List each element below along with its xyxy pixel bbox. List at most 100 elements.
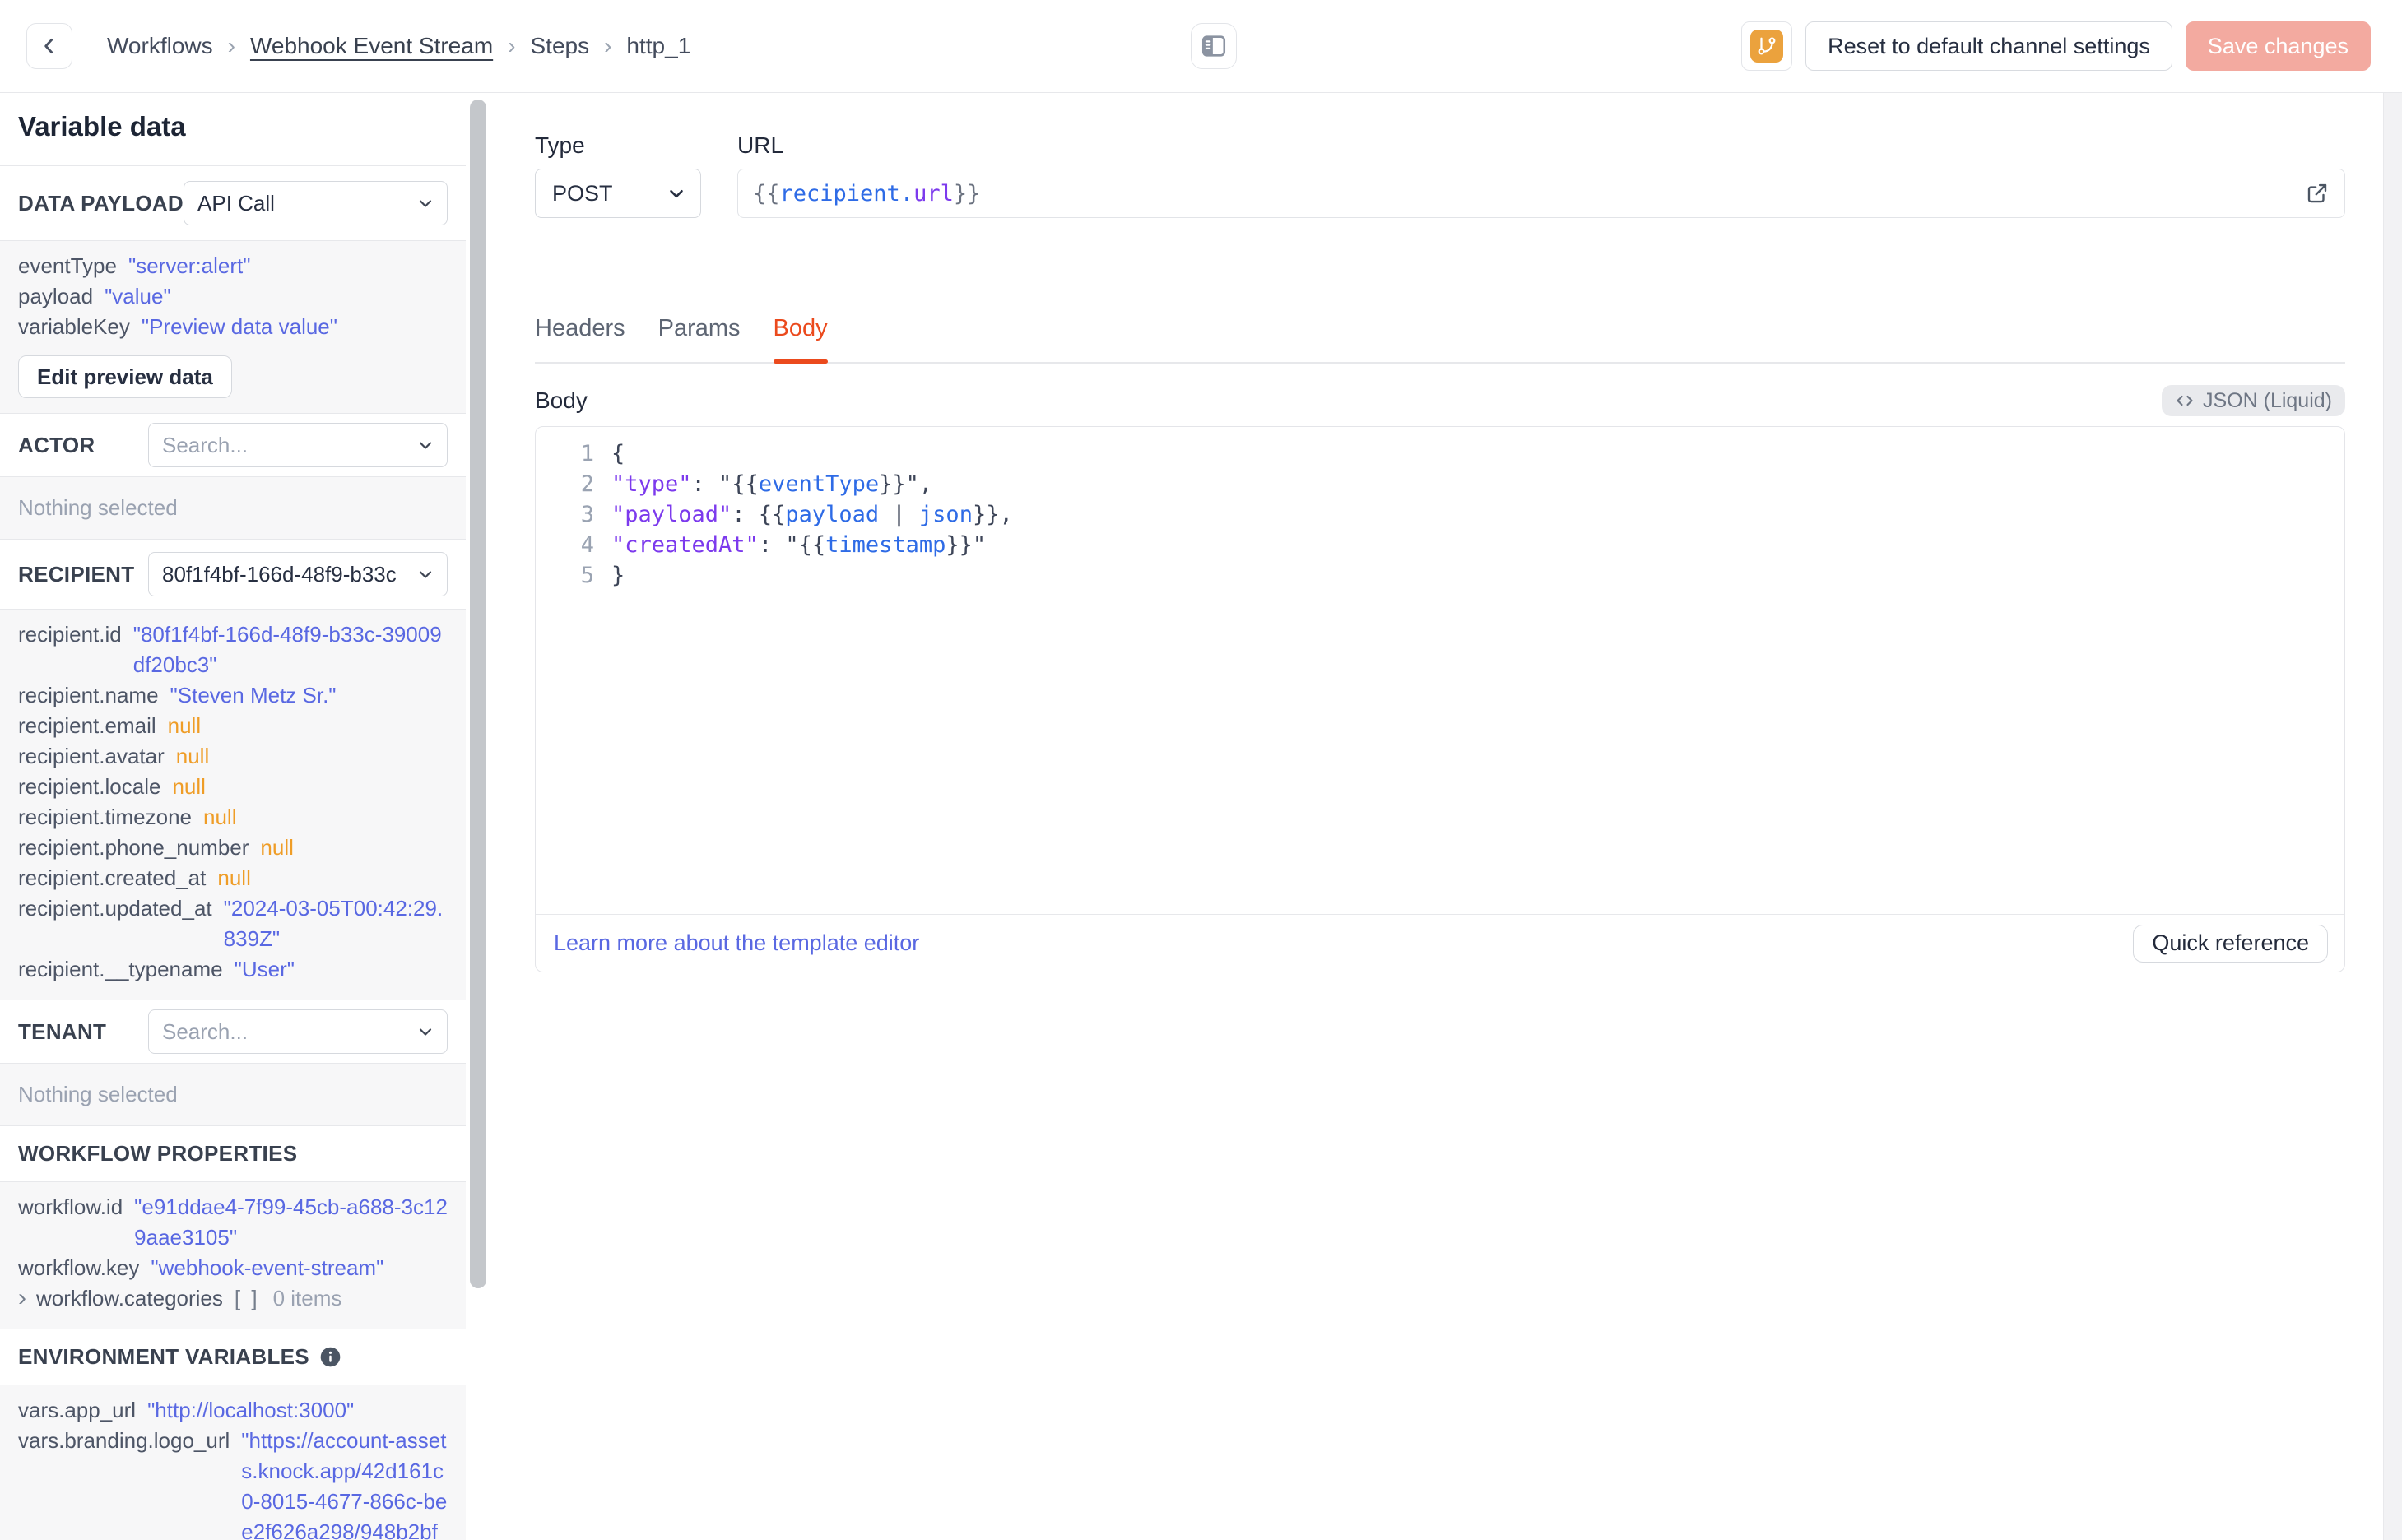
editor-footer: Learn more about the template editor Qui… bbox=[536, 914, 2344, 972]
tab-params[interactable]: Params bbox=[658, 315, 741, 362]
workflow-fields: workflow.id "e91ddae4-7f99-45cb-a688-3c12… bbox=[18, 1192, 448, 1314]
url-label: URL bbox=[737, 132, 784, 158]
request-tabs: Headers Params Body bbox=[535, 315, 2345, 364]
code-line: 2 "type": "{{eventType}}", bbox=[536, 469, 2344, 499]
environment-variables-header: ENVIRONMENT VARIABLES bbox=[0, 1329, 466, 1385]
template-editor-docs-link[interactable]: Learn more about the template editor bbox=[554, 930, 919, 956]
sidebar-panel-icon bbox=[1201, 35, 1226, 57]
url-input[interactable]: {{recipient.url}} bbox=[737, 169, 2345, 218]
body-section-header: Body JSON (Liquid) bbox=[535, 385, 2345, 416]
top-bar: Workflows › Webhook Event Stream › Steps › htt… bbox=[0, 0, 2402, 93]
kv-key: recipient.phone_number bbox=[18, 835, 249, 860]
data-payload-label: DATA PAYLOAD bbox=[18, 190, 184, 216]
kv-value: "webhook-event-stream" bbox=[151, 1255, 384, 1280]
kv-key: recipient.name bbox=[18, 683, 159, 707]
env-fields: vars.app_url "http://localhost:3000" vars.… bbox=[18, 1395, 448, 1540]
kv-value: null bbox=[260, 835, 294, 860]
kv-value: "Steven Metz Sr." bbox=[170, 683, 337, 707]
data-payload-row: DATA PAYLOAD API Call bbox=[0, 166, 466, 241]
chevron-down-icon bbox=[670, 189, 683, 198]
kv-value: "server:alert" bbox=[128, 253, 251, 278]
kv-key: recipient.avatar bbox=[18, 744, 165, 768]
kv-value: "https://account-assets.knock.app/42d161… bbox=[241, 1428, 448, 1540]
kv-key: payload bbox=[18, 284, 94, 308]
kv-row: payload "value" bbox=[18, 281, 448, 312]
git-branch-icon bbox=[1750, 30, 1784, 63]
tab-body[interactable]: Body bbox=[773, 315, 828, 364]
payload-fields-block: eventType "server:alert" payload "value" var… bbox=[0, 241, 466, 414]
sidebar-title: Variable data bbox=[18, 111, 186, 141]
kv-key: recipient.id bbox=[18, 622, 122, 647]
actor-empty-state: Nothing selected bbox=[0, 477, 466, 540]
breadcrumb-item[interactable]: Webhook Event Stream bbox=[250, 33, 493, 59]
recipient-label: RECIPIENT bbox=[18, 561, 135, 587]
workflow-properties-header: WORKFLOW PROPERTIES bbox=[0, 1126, 466, 1182]
kv-key: recipient.updated_at bbox=[18, 896, 212, 921]
breadcrumb-separator: › bbox=[227, 33, 235, 58]
payload-fields: eventType "server:alert" payload "value" var… bbox=[18, 251, 448, 342]
chevron-down-icon bbox=[419, 571, 432, 578]
line-number: 2 bbox=[580, 471, 594, 497]
recipient-select[interactable]: 80f1f4bf-166d-48f9-b33c bbox=[148, 552, 448, 596]
kv-key: recipient.created_at bbox=[18, 865, 207, 890]
code-icon bbox=[2177, 395, 2193, 406]
actor-row: ACTOR Search... bbox=[0, 414, 466, 477]
kv-suffix: 0 items bbox=[272, 1286, 342, 1310]
kv-value: "e91ddae4-7f99-45cb-a688-3c129aae3105" bbox=[134, 1194, 448, 1250]
version-history-button[interactable] bbox=[1741, 21, 1793, 71]
tab-headers[interactable]: Headers bbox=[535, 315, 625, 362]
kv-key: eventType bbox=[18, 253, 117, 278]
kv-key: vars.app_url bbox=[18, 1398, 137, 1422]
kv-value: null bbox=[175, 744, 210, 768]
kv-value: "User" bbox=[234, 957, 295, 981]
back-button[interactable] bbox=[26, 23, 72, 69]
method-value: POST bbox=[552, 180, 613, 206]
kv-row: recipient.name "Steven Metz Sr." bbox=[18, 680, 448, 711]
external-link-icon[interactable] bbox=[2305, 181, 2330, 206]
kv-value: null bbox=[203, 805, 237, 829]
breadcrumb: Workflows › Webhook Event Stream › Steps › htt… bbox=[107, 33, 690, 59]
sidebar-scrollbar[interactable] bbox=[470, 100, 486, 1288]
language-badge: JSON (Liquid) bbox=[2162, 385, 2345, 416]
topbar-actions: Reset to default channel settings Save c… bbox=[1741, 21, 2371, 71]
breadcrumb-item: Steps bbox=[530, 33, 590, 58]
actor-placeholder: Search... bbox=[162, 432, 249, 457]
save-changes-button[interactable]: Save changes bbox=[2185, 21, 2371, 71]
reset-channel-settings-button[interactable]: Reset to default channel settings bbox=[1805, 21, 2172, 71]
tenant-label: TENANT bbox=[18, 1018, 107, 1044]
tenant-select[interactable]: Search... bbox=[148, 1009, 448, 1054]
kv-row: recipient.updated_at "2024-03-05T00:42:29… bbox=[18, 893, 448, 954]
line-number: 1 bbox=[580, 441, 594, 466]
quick-reference-button[interactable]: Quick reference bbox=[2133, 924, 2328, 962]
recipient-value: 80f1f4bf-166d-48f9-b33c bbox=[162, 561, 397, 587]
type-field-group: Type POST bbox=[535, 132, 701, 218]
recipient-fields: recipient.id "80f1f4bf-166d-48f9-b33c-390… bbox=[18, 619, 448, 985]
info-icon[interactable] bbox=[319, 1346, 341, 1368]
tenant-placeholder: Search... bbox=[162, 1018, 249, 1044]
toggle-sidebar-button[interactable] bbox=[1191, 23, 1237, 69]
recipient-row: RECIPIENT 80f1f4bf-166d-48f9-b33c bbox=[0, 540, 466, 610]
line-number: 4 bbox=[580, 532, 594, 558]
kv-row: recipient.phone_number null bbox=[18, 833, 448, 863]
kv-row: recipient.created_at null bbox=[18, 863, 448, 893]
url-value: {{recipient.url}} bbox=[753, 180, 981, 206]
main-scrollbar-track[interactable] bbox=[2383, 93, 2402, 1540]
expand-chevron-icon[interactable]: › bbox=[18, 1283, 26, 1312]
method-select[interactable]: POST bbox=[535, 169, 701, 218]
tenant-row: TENANT Search... bbox=[0, 1000, 466, 1064]
code-editor[interactable]: 1{2 "type": "{{eventType}}", 3 "payload": {… bbox=[536, 427, 2344, 914]
kv-key: workflow.categories bbox=[36, 1286, 223, 1310]
kv-row: vars.branding.logo_url "https://account-a… bbox=[18, 1426, 448, 1540]
workflow-properties-label: WORKFLOW PROPERTIES bbox=[18, 1141, 298, 1166]
actor-select[interactable]: Search... bbox=[148, 423, 448, 467]
kv-row: recipient.timezone null bbox=[18, 802, 448, 833]
environment-variables-label: ENVIRONMENT VARIABLES bbox=[18, 1344, 309, 1369]
kv-key: recipient.email bbox=[18, 713, 156, 738]
data-payload-select[interactable]: API Call bbox=[184, 181, 448, 225]
data-payload-value: API Call bbox=[197, 190, 275, 216]
kv-row: recipient.email null bbox=[18, 711, 448, 741]
edit-preview-data-button[interactable]: Edit preview data bbox=[18, 355, 232, 398]
env-fields-block: vars.app_url "http://localhost:3000" vars.… bbox=[0, 1385, 466, 1540]
url-field-group: URL {{recipient.url}} bbox=[737, 132, 2345, 218]
breadcrumb-item[interactable]: Workflows bbox=[107, 33, 213, 59]
